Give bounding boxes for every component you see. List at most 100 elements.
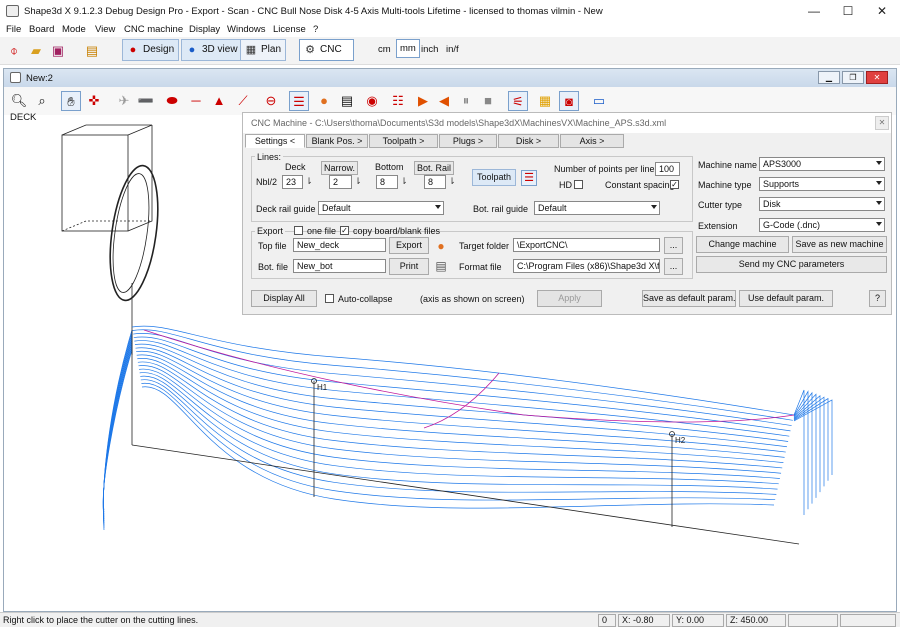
close-button[interactable]: ✕ bbox=[866, 0, 898, 22]
cnc-panel-close-icon[interactable]: ✕ bbox=[875, 116, 889, 130]
slice-icon[interactable]: ⊖ bbox=[261, 91, 281, 111]
machine-view-icon[interactable]: ◙ bbox=[559, 91, 579, 111]
monitor-icon[interactable]: ▭ bbox=[589, 91, 609, 111]
maximize-button[interactable]: ☐ bbox=[832, 0, 864, 22]
minimize-button[interactable]: — bbox=[798, 0, 830, 22]
deck-lines-input[interactable]: 23 bbox=[282, 175, 303, 189]
narrow-label[interactable]: Narrow. bbox=[321, 161, 359, 175]
machine-type-select[interactable]: Supports bbox=[759, 177, 885, 191]
plan-mode-button[interactable]: ▦ Plan bbox=[240, 39, 287, 61]
export-button[interactable]: Export bbox=[389, 237, 429, 254]
tab-toolpath[interactable]: Toolpath > bbox=[369, 134, 438, 148]
reverse-icon[interactable]: ◀ bbox=[434, 91, 454, 111]
tab-blank-pos[interactable]: Blank Pos. > bbox=[306, 134, 368, 148]
play-icon[interactable]: ▶ bbox=[413, 91, 433, 111]
bottom-lines-input[interactable]: 8 bbox=[376, 175, 398, 189]
list-red-icon[interactable]: ☷ bbox=[388, 91, 408, 111]
colors-icon[interactable]: ▦ bbox=[535, 91, 555, 111]
tab-disk[interactable]: Disk > bbox=[498, 134, 559, 148]
menu-license[interactable]: License bbox=[273, 24, 306, 35]
menu-file[interactable]: File bbox=[6, 24, 21, 35]
tab-settings[interactable]: Settings < bbox=[245, 134, 305, 148]
chevron-down-icon bbox=[876, 201, 882, 205]
menu-board[interactable]: Board bbox=[29, 24, 54, 35]
save-default-param-button[interactable]: Save as default param. bbox=[642, 290, 736, 307]
machine-name-select[interactable]: APS3000 bbox=[759, 157, 885, 171]
unit-inch-feet[interactable]: in/f bbox=[446, 44, 459, 55]
board-tilt-red-icon[interactable]: ⟋ bbox=[233, 91, 253, 111]
deck-lines-stepper-icon[interactable]: ⇂ bbox=[305, 173, 313, 189]
narrow-lines-input[interactable]: 2 bbox=[329, 175, 352, 189]
cnc-mode-button[interactable]: ⚙ CNC bbox=[299, 39, 354, 61]
auto-collapse-checkbox[interactable] bbox=[325, 294, 334, 303]
pause-icon[interactable]: ⏸︎ bbox=[456, 91, 476, 111]
menu-help[interactable]: ? bbox=[313, 24, 318, 35]
top-file-input[interactable]: New_deck bbox=[293, 238, 386, 252]
bottom-lines-stepper-icon[interactable]: ⇂ bbox=[400, 173, 408, 189]
design-mode-button[interactable]: ● Design bbox=[122, 39, 180, 61]
cutting-lines-icon[interactable]: ☰ bbox=[289, 91, 309, 111]
tab-axis[interactable]: Axis > bbox=[560, 134, 624, 148]
split-icon[interactable]: ⚟ bbox=[508, 91, 528, 111]
report-icon[interactable]: ▤ bbox=[337, 91, 357, 111]
apply-button[interactable]: Apply bbox=[537, 290, 602, 307]
cutter-icon[interactable]: ● bbox=[314, 91, 334, 111]
open-folder-icon[interactable]: ▰ bbox=[26, 41, 46, 61]
menu-mode[interactable]: Mode bbox=[62, 24, 86, 35]
doc-close-button[interactable]: ✕ bbox=[866, 71, 888, 84]
bot-rail-guide-select[interactable]: Default bbox=[534, 201, 660, 215]
toolpath-lines-icon[interactable]: ☰ bbox=[521, 170, 537, 186]
save-icon[interactable]: ▣ bbox=[48, 41, 68, 61]
toolpath-button[interactable]: Toolpath bbox=[472, 169, 516, 186]
board-thin-red-icon[interactable]: ─ bbox=[186, 91, 206, 111]
help-button[interactable]: ? bbox=[869, 290, 886, 307]
board-icon[interactable]: ⌽ bbox=[4, 41, 24, 61]
record-icon[interactable]: ◉ bbox=[362, 91, 382, 111]
3d-view-mode-button[interactable]: ● 3D view bbox=[181, 39, 243, 61]
hd-checkbox[interactable] bbox=[574, 180, 583, 189]
doc-minimize-button[interactable]: ▁ bbox=[818, 71, 840, 84]
unit-cm[interactable]: cm bbox=[378, 44, 391, 55]
cutter-export-icon[interactable]: ● bbox=[433, 238, 449, 254]
export-icon[interactable]: ▤ bbox=[82, 41, 102, 61]
rotate-icon[interactable]: ✜ bbox=[84, 91, 104, 111]
bot-rail-lines-stepper-icon[interactable]: ⇂ bbox=[448, 173, 456, 189]
format-file-browse-button[interactable]: ... bbox=[664, 258, 683, 275]
rocker-red-icon[interactable]: ▲ bbox=[209, 91, 229, 111]
bot-rail-lines-input[interactable]: 8 bbox=[424, 175, 446, 189]
use-default-param-button[interactable]: Use default param. bbox=[739, 290, 833, 307]
menu-display[interactable]: Display bbox=[189, 24, 220, 35]
stop-icon[interactable]: ■ bbox=[478, 91, 498, 111]
save-new-machine-button[interactable]: Save as new machine bbox=[792, 236, 887, 253]
unit-mm[interactable]: mm bbox=[396, 39, 420, 58]
format-file-input[interactable]: C:\Program Files (x86)\Shape3d X\frmtG bbox=[513, 259, 660, 273]
target-folder-browse-button[interactable]: ... bbox=[664, 237, 683, 254]
report-print-icon[interactable]: ▤ bbox=[433, 258, 449, 274]
constant-spacing-checkbox[interactable]: ✓ bbox=[670, 180, 679, 189]
display-all-button[interactable]: Display All bbox=[251, 290, 317, 307]
board-side-view-icon[interactable]: ✈︎ bbox=[114, 91, 134, 111]
zoom-window-icon[interactable]: ⌕ bbox=[32, 91, 52, 111]
menu-cnc-machine[interactable]: CNC machine bbox=[124, 24, 183, 35]
target-folder-input[interactable]: \ExportCNC\ bbox=[513, 238, 660, 252]
hand-pan-icon[interactable]: ✋︎ bbox=[61, 91, 81, 111]
cutter-type-select[interactable]: Disk bbox=[759, 197, 885, 211]
bot-file-input[interactable]: New_bot bbox=[293, 259, 386, 273]
change-machine-button[interactable]: Change machine bbox=[696, 236, 789, 253]
one-file-checkbox[interactable] bbox=[294, 226, 303, 235]
deck-rail-guide-select[interactable]: Default bbox=[318, 201, 444, 215]
board-profile-icon[interactable]: ➖ bbox=[136, 91, 156, 111]
copy-board-checkbox[interactable]: ✓ bbox=[340, 226, 349, 235]
board-top-red-icon[interactable]: ⬬ bbox=[162, 91, 182, 111]
menu-windows[interactable]: Windows bbox=[227, 24, 266, 35]
narrow-lines-stepper-icon[interactable]: ⇂ bbox=[354, 173, 362, 189]
points-per-line-input[interactable]: 100 bbox=[655, 162, 680, 176]
doc-restore-button[interactable]: ❐ bbox=[842, 71, 864, 84]
zoom-icon[interactable]: 🔍︎ bbox=[9, 91, 29, 111]
menu-view[interactable]: View bbox=[95, 24, 115, 35]
unit-inch[interactable]: inch bbox=[421, 44, 438, 55]
print-button[interactable]: Print bbox=[389, 258, 429, 275]
send-cnc-parameters-button[interactable]: Send my CNC parameters bbox=[696, 256, 887, 273]
tab-plugs[interactable]: Plugs > bbox=[439, 134, 497, 148]
extension-select[interactable]: G-Code (.dnc) bbox=[759, 218, 885, 232]
